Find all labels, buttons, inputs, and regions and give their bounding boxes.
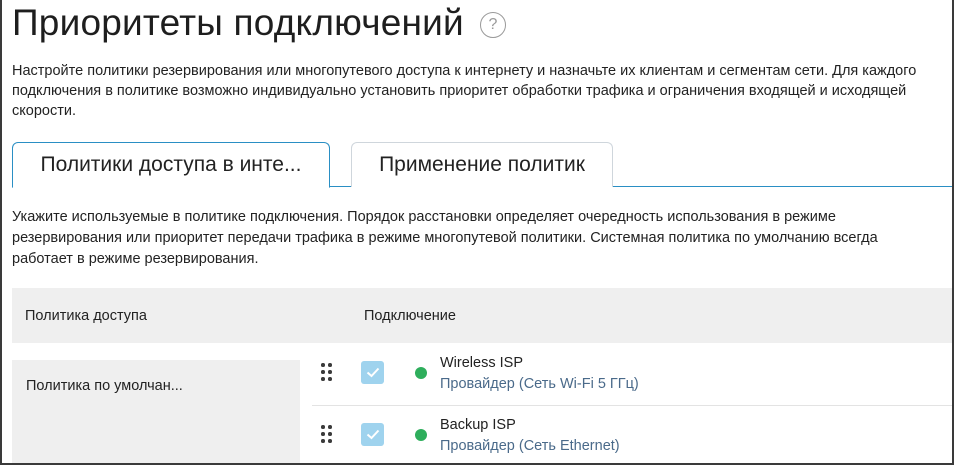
- status-dot-icon: [415, 429, 427, 441]
- page-frame: Приоритеты подключений ? Настройте полит…: [0, 0, 954, 465]
- intro-text: Настройте политики резервирования или мн…: [12, 63, 917, 119]
- question-circle-icon[interactable]: ?: [479, 12, 506, 38]
- connection-enabled-checkbox[interactable]: [361, 361, 384, 384]
- check-icon: [366, 429, 379, 440]
- title-row: Приоритеты подключений ?: [12, 0, 506, 46]
- column-header-policy: Политика доступа: [25, 307, 147, 324]
- connection-type: Провайдер (Сеть Ethernet): [440, 438, 620, 454]
- connection-type: Провайдер (Сеть Wi-Fi 5 ГГц): [440, 376, 639, 392]
- connection-enabled-checkbox[interactable]: [361, 423, 384, 446]
- page-title: Приоритеты подключений: [12, 2, 464, 43]
- connection-name: Wireless ISP: [440, 355, 523, 371]
- column-header-connection: Подключение: [364, 307, 456, 324]
- connection-row[interactable]: Backup ISP Провайдер (Сеть Ethernet): [312, 412, 952, 463]
- tab-access-policies[interactable]: Политики доступа в инте...: [12, 142, 330, 188]
- tab-description: Укажите используемые в политике подключе…: [12, 209, 878, 267]
- tab-bar: Политики доступа в инте... Применение по…: [12, 142, 952, 188]
- status-dot-icon: [415, 367, 427, 379]
- policy-cell[interactable]: Политика по умолчан...: [12, 360, 300, 463]
- table-header: Политика доступа Подключение: [12, 288, 952, 343]
- tab-apply-policies[interactable]: Применение политик: [351, 142, 613, 187]
- row-divider: [312, 405, 952, 406]
- policy-name: Политика по умолчан...: [26, 378, 183, 394]
- drag-handle-icon[interactable]: [321, 425, 333, 445]
- connection-name: Backup ISP: [440, 417, 516, 433]
- connection-row[interactable]: Wireless ISP Провайдер (Сеть Wi-Fi 5 ГГц…: [312, 350, 952, 406]
- drag-handle-icon[interactable]: [321, 363, 333, 383]
- check-icon: [366, 367, 379, 378]
